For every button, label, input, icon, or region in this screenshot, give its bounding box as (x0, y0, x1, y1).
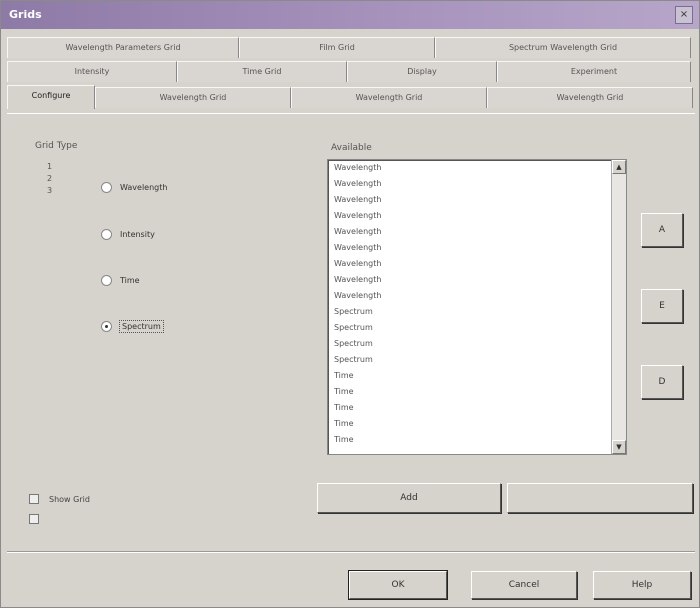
list-item[interactable]: Time (328, 432, 626, 448)
radio-dot[interactable] (101, 229, 112, 240)
cancel-button[interactable]: Cancel (471, 571, 577, 599)
tab-time-grid[interactable]: Time Grid (177, 61, 347, 82)
title-bar[interactable]: Grids × (1, 1, 699, 29)
list-item[interactable]: Time (328, 400, 626, 416)
scroll-up-icon[interactable]: ▲ (612, 160, 626, 174)
list-item[interactable]: Wavelength (328, 160, 626, 176)
radio-dot[interactable] (101, 182, 112, 193)
tab-row-2: Intensity Time Grid Display Experiment (7, 61, 691, 83)
delete-item-button[interactable]: D (641, 365, 683, 399)
side-mark: 3 (47, 186, 53, 195)
grid-type-label: Grid Type (35, 141, 78, 151)
tab-intensity[interactable]: Intensity (7, 61, 177, 82)
list-scrollbar[interactable]: ▲ ▼ (611, 160, 626, 454)
radio-label: Intensity (120, 230, 155, 239)
checkbox-box[interactable] (29, 514, 39, 524)
tab-wavelength-grid-a[interactable]: Wavelength Grid (95, 87, 291, 108)
tab-configure[interactable]: Configure (7, 85, 95, 109)
list-item[interactable]: Time (328, 416, 626, 432)
radio-dot-selected[interactable] (101, 321, 112, 332)
list-item[interactable]: Spectrum (328, 336, 626, 352)
list-item[interactable]: Wavelength (328, 256, 626, 272)
list-item[interactable]: Wavelength (328, 224, 626, 240)
tab-wavelength-parameters-grid[interactable]: Wavelength Parameters Grid (7, 37, 239, 58)
tab-wavelength-grid-b[interactable]: Wavelength Grid (291, 87, 487, 108)
close-icon[interactable]: × (675, 6, 693, 24)
grids-dialog: Grids × Wavelength Parameters Grid Film … (0, 0, 700, 608)
radio-spectrum[interactable]: Spectrum (101, 320, 164, 333)
tab-spectrum-wavelength-grid[interactable]: Spectrum Wavelength Grid (435, 37, 691, 58)
add-grid-button[interactable]: Add (317, 483, 501, 513)
tab-wavelength-grid-c[interactable]: Wavelength Grid (487, 87, 693, 108)
disabled-button (507, 483, 693, 513)
list-item[interactable]: Wavelength (328, 288, 626, 304)
tab-row-3: Configure Wavelength Grid Wavelength Gri… (7, 85, 693, 109)
window-title: Grids (9, 8, 42, 21)
list-item[interactable]: Time (328, 368, 626, 384)
tab-display[interactable]: Display (347, 61, 497, 82)
checkbox-label: Show Grid (49, 494, 90, 504)
tab-experiment[interactable]: Experiment (497, 61, 691, 82)
show-grid-checkbox[interactable]: Show Grid (29, 494, 90, 504)
radio-intensity[interactable]: Intensity (101, 229, 155, 240)
checkbox-box[interactable] (29, 494, 39, 504)
list-item[interactable]: Spectrum (328, 320, 626, 336)
secondary-checkbox[interactable] (29, 514, 39, 524)
radio-dot[interactable] (101, 275, 112, 286)
ok-button[interactable]: OK (348, 570, 448, 600)
list-item[interactable]: Wavelength (328, 176, 626, 192)
radio-label: Spectrum (119, 320, 164, 333)
list-item[interactable]: Wavelength (328, 192, 626, 208)
footer-divider (7, 551, 695, 553)
help-button[interactable]: Help (593, 571, 691, 599)
radio-time[interactable]: Time (101, 275, 140, 286)
tab-film-grid[interactable]: Film Grid (239, 37, 435, 58)
list-item[interactable]: Spectrum (328, 304, 626, 320)
side-mark: 1 (47, 162, 53, 171)
scroll-down-icon[interactable]: ▼ (612, 440, 626, 454)
radio-wavelength[interactable]: Wavelength (101, 182, 167, 193)
side-mark: 2 (47, 174, 53, 183)
available-list[interactable]: Wavelength Wavelength Wavelength Wavelen… (327, 159, 627, 455)
add-item-button[interactable]: A (641, 213, 683, 247)
available-label: Available (331, 143, 372, 153)
tab-row-1: Wavelength Parameters Grid Film Grid Spe… (7, 37, 691, 59)
radio-label: Wavelength (120, 183, 168, 192)
grid-type-side-marks: 1 2 3 (47, 161, 52, 197)
edit-item-button[interactable]: E (641, 289, 683, 323)
list-item[interactable]: Wavelength (328, 272, 626, 288)
list-item[interactable]: Wavelength (328, 240, 626, 256)
list-item[interactable]: Time (328, 384, 626, 400)
list-item[interactable]: Wavelength (328, 208, 626, 224)
list-item[interactable]: Spectrum (328, 352, 626, 368)
radio-label: Time (120, 276, 140, 285)
